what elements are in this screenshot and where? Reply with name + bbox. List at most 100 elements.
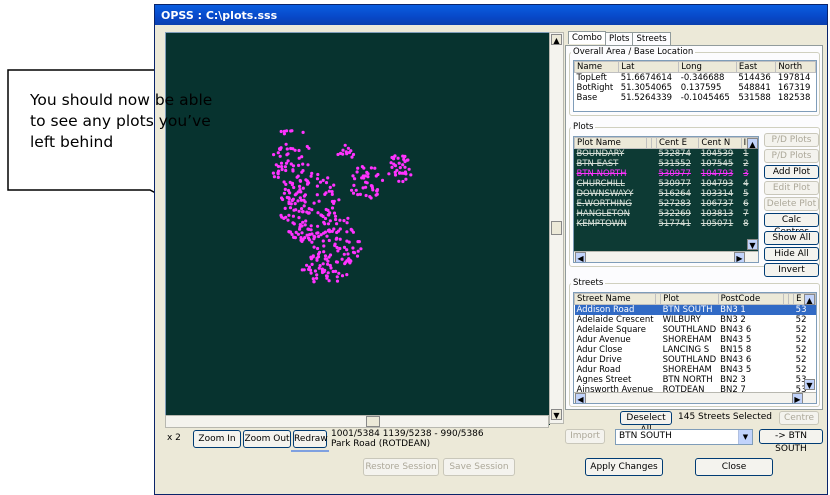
- scroll-right-icon[interactable]: ▶: [792, 393, 803, 403]
- plot-cent-e: 517741: [658, 219, 691, 229]
- scroll-left-icon[interactable]: ◀: [575, 252, 586, 262]
- col-lat[interactable]: Lat: [618, 61, 680, 73]
- plot-select[interactable]: BTN SOUTH ▼: [615, 429, 753, 445]
- delete-plot-button[interactable]: Delete Plot: [764, 197, 819, 211]
- plot-dot: [330, 192, 334, 196]
- col-east[interactable]: East: [735, 61, 777, 73]
- plots-hscrollbar[interactable]: ◀ ▶: [574, 251, 758, 262]
- add-plot-button[interactable]: Add Plot: [764, 165, 819, 179]
- col-postcode[interactable]: PostCode: [717, 293, 785, 305]
- scroll-thumb[interactable]: [366, 416, 380, 427]
- plot-name: BTN EAST: [576, 159, 619, 169]
- apply-changes-button[interactable]: Apply Changes: [585, 458, 663, 476]
- col-long[interactable]: Long: [678, 61, 737, 73]
- chevron-down-icon[interactable]: ▼: [738, 430, 752, 444]
- scroll-up-icon[interactable]: ▲: [551, 34, 562, 45]
- list-item[interactable]: Agnes Street BTN NORTH BN2 3 53: [575, 375, 816, 385]
- plot-dot: [282, 191, 286, 195]
- streets-scroll-down-icon[interactable]: ▼: [804, 379, 815, 390]
- street-easting: 52: [795, 325, 807, 335]
- list-item[interactable]: Addison Road BTN SOUTH BN3 1 53: [574, 304, 816, 315]
- list-item[interactable]: CHURCHILL 530977 104793 4: [575, 179, 758, 189]
- col-name[interactable]: Name: [574, 61, 620, 73]
- plot-dot: [315, 184, 319, 188]
- save-session-button[interactable]: Save Session: [443, 458, 515, 476]
- street-easting: 52: [795, 315, 807, 325]
- map-horizontal-scrollbar[interactable]: [165, 415, 549, 428]
- deselect-all-button[interactable]: Deselect All: [620, 411, 672, 435]
- invert-button[interactable]: Invert: [764, 263, 819, 277]
- scroll-right-icon[interactable]: ▶: [734, 252, 745, 262]
- plot-dot: [334, 260, 339, 264]
- list-item[interactable]: BTN NORTH 530977 104793 3: [575, 169, 758, 179]
- tab-plots[interactable]: Plots: [605, 32, 634, 45]
- col-street-name[interactable]: Street Name: [574, 293, 657, 305]
- tab-combo[interactable]: Combo: [568, 31, 607, 44]
- list-item[interactable]: Adur Avenue SHOREHAM BN43 5 52: [575, 335, 816, 345]
- import-button[interactable]: Import: [565, 429, 605, 444]
- list-item[interactable]: Adelaide Square SOUTHLAND BN43 6 52: [575, 325, 816, 335]
- plot-dot: [380, 178, 385, 182]
- plot-dot: [345, 273, 349, 277]
- plots-scroll-down-icon[interactable]: ▼: [747, 239, 758, 250]
- list-item[interactable]: Adelaide Crescent WILBURY BN3 2 52: [575, 315, 816, 325]
- list-item[interactable]: KEMPTOWN 517741 105071 8: [575, 219, 758, 229]
- street-plot: WILBURY: [662, 315, 701, 325]
- streets-scroll-up-icon[interactable]: ▲: [804, 294, 815, 305]
- plot-dot: [327, 189, 331, 193]
- restore-session-button[interactable]: Restore Session: [363, 458, 439, 476]
- list-item[interactable]: Adur Close LANCING S BN15 8 52: [575, 345, 816, 355]
- plot-dot: [316, 246, 320, 251]
- plot-dot: [395, 168, 399, 172]
- col-cent-e[interactable]: Cent E: [655, 137, 700, 149]
- redraw-button[interactable]: Redraw: [293, 430, 328, 448]
- plot-dot: [389, 161, 393, 165]
- plot-dot: [326, 222, 331, 226]
- street-plot: BTN NORTH: [662, 375, 713, 385]
- pvd-plots-button[interactable]: P/D Plots: [764, 149, 819, 163]
- table-cell: 167319: [777, 83, 811, 93]
- plot-dot: [297, 209, 301, 213]
- edit-plot-button[interactable]: Edit Plot: [764, 181, 819, 195]
- zoom-in-button[interactable]: Zoom In: [193, 430, 241, 448]
- street-postcode: BN43 5: [720, 365, 752, 375]
- scroll-thumb[interactable]: [551, 221, 562, 235]
- plot-dot: [409, 173, 413, 177]
- col-plot-name[interactable]: Plot Name: [574, 137, 647, 149]
- assign-plot-button[interactable]: -> BTN SOUTH: [759, 429, 823, 454]
- plot-dot: [271, 171, 275, 175]
- calc-centres-button[interactable]: Calc Centres: [764, 213, 819, 237]
- list-item[interactable]: BOUNDARY 532874 104539 1: [575, 149, 758, 160]
- plot-cent-n: 104793: [700, 179, 734, 189]
- plot-dot: [291, 197, 295, 201]
- list-item[interactable]: HANGLETON 532269 103813 7: [575, 209, 758, 219]
- show-all-button[interactable]: Show All: [764, 231, 819, 245]
- street-postcode: BN43 6: [720, 325, 752, 335]
- plots-scroll-up-icon[interactable]: ▲: [747, 138, 758, 149]
- plot-dot: [338, 218, 342, 222]
- col-cent-n[interactable]: Cent N: [698, 137, 742, 149]
- list-item[interactable]: E.WORTHING 527283 106737 6: [575, 199, 758, 209]
- plot-dot: [322, 220, 326, 224]
- zoom-out-button[interactable]: Zoom Out: [243, 430, 291, 448]
- plot-id: 5: [743, 189, 749, 199]
- map-vertical-scrollbar[interactable]: ▲ ▼: [549, 32, 564, 424]
- tab-streets[interactable]: Streets: [632, 32, 671, 45]
- streets-list[interactable]: Street Name Plot PostCode E Addison Road…: [573, 292, 817, 404]
- plots-list[interactable]: Plot Name Cent E Cent N ID BOUNDARY53287…: [573, 136, 759, 263]
- list-item[interactable]: BTN EAST 531552 107545 2: [575, 159, 758, 169]
- pd-plots-button[interactable]: P/D Plots: [764, 133, 819, 147]
- plot-dot: [279, 213, 283, 217]
- scroll-left-icon[interactable]: ◀: [575, 393, 586, 403]
- list-item[interactable]: DOWNSWAYY 516264 103314 5: [575, 189, 758, 199]
- col-north[interactable]: North: [775, 61, 816, 73]
- list-item[interactable]: Adur Road SHOREHAM BN43 5 52: [575, 365, 816, 375]
- scroll-down-icon[interactable]: ▼: [551, 409, 562, 420]
- close-button[interactable]: Close: [695, 458, 773, 476]
- hide-all-button[interactable]: Hide All: [764, 247, 819, 261]
- list-item[interactable]: Adur Drive SOUTHLAND BN43 6 52: [575, 355, 816, 365]
- plot-cent-n: 103813: [700, 209, 734, 219]
- col-plot[interactable]: Plot: [660, 293, 719, 305]
- streets-hscrollbar[interactable]: ◀ ▶: [574, 392, 816, 403]
- centre-button[interactable]: Centre: [779, 411, 819, 425]
